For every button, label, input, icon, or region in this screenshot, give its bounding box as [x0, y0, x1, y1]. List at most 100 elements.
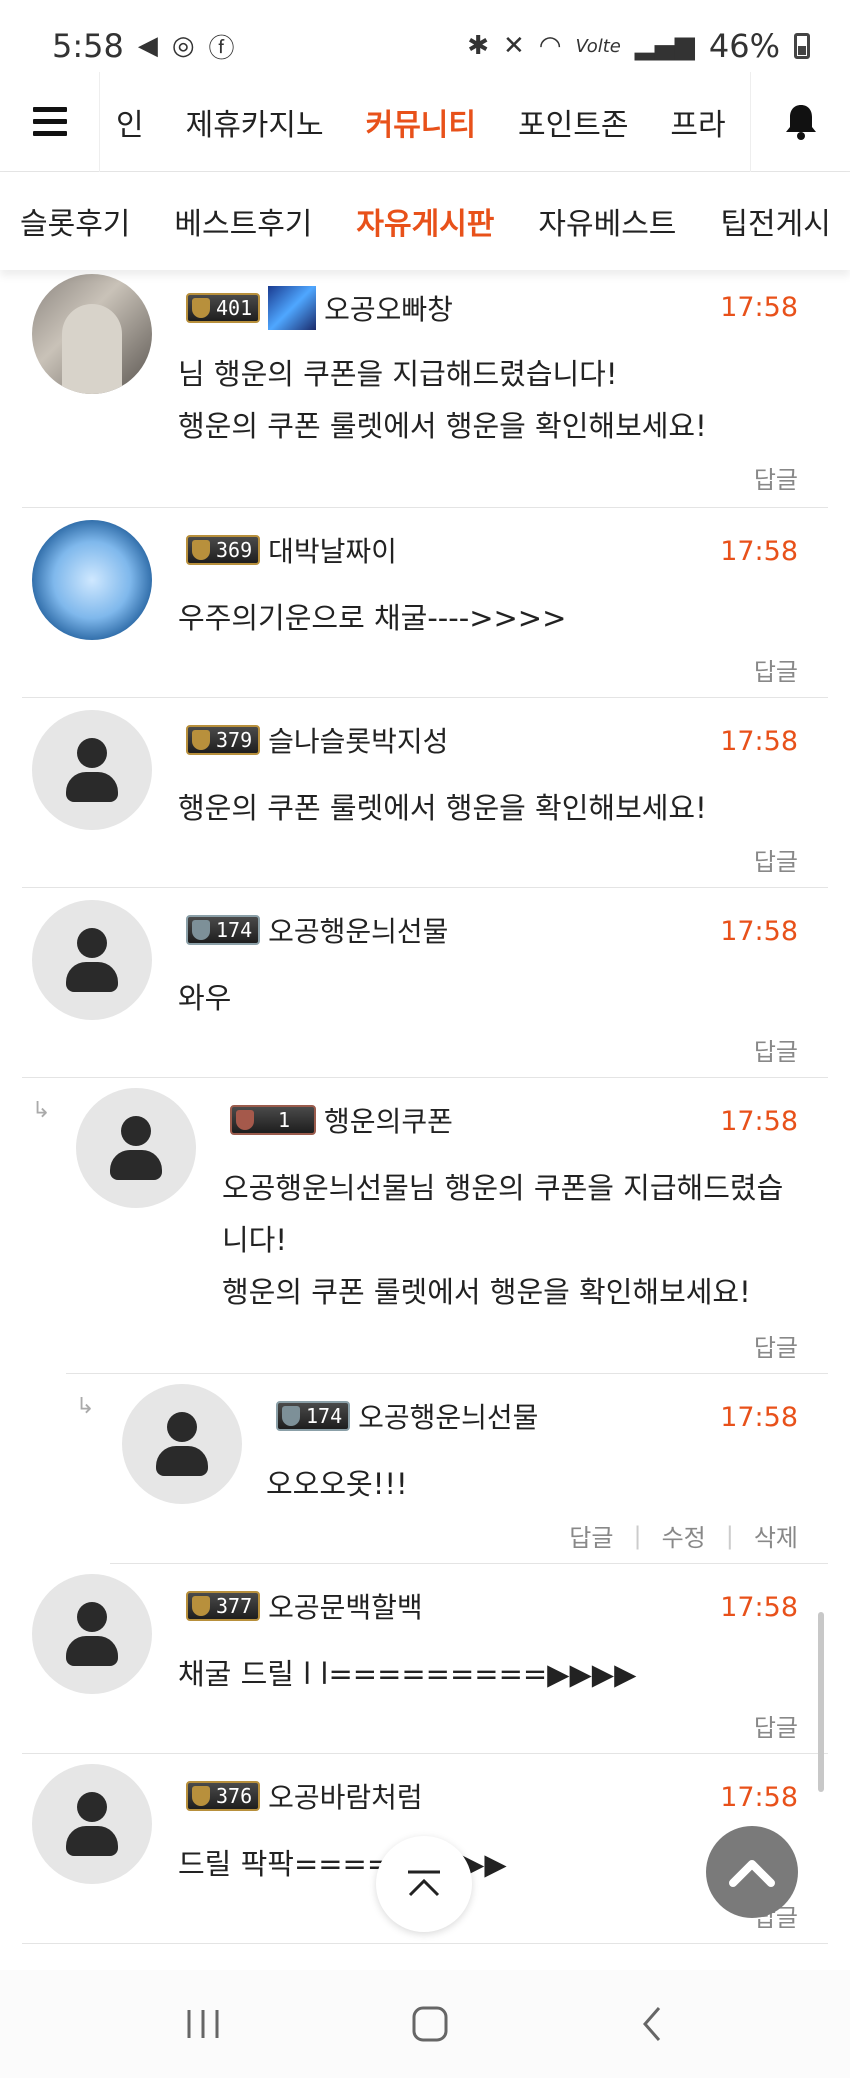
comment-time: 17:58	[720, 1782, 798, 1813]
battery-percent: 46%	[708, 27, 780, 65]
comment-actions: 답글	[754, 1328, 798, 1363]
tab-tip-board[interactable]: 팁전게시	[720, 199, 830, 243]
rank-shield-icon	[192, 1596, 210, 1616]
reply-button[interactable]: 답글	[754, 460, 798, 495]
comment-text: 우주의기운으로 채굴---->>>>	[178, 601, 567, 635]
recent-apps-icon[interactable]	[183, 2006, 223, 2042]
divider: |	[633, 1521, 642, 1550]
tab-slot-review[interactable]: 슬롯후기	[20, 199, 130, 243]
nav-item-affiliate-casino[interactable]: 제휴카지노	[186, 100, 324, 144]
comment-meta: 376 오공바람처럼	[186, 1776, 423, 1816]
avatar[interactable]	[32, 710, 152, 830]
instagram-icon: ◎	[171, 31, 195, 61]
reply-arrow-icon: ↳	[76, 1394, 95, 1419]
comment-actions: 답글	[754, 842, 798, 877]
home-icon[interactable]	[410, 2004, 450, 2044]
comment-text: 님 행운의 쿠폰을 지급해드렸습니다! 행운의 쿠폰 룰렛에서 행운을 확인해보세…	[178, 357, 707, 443]
chevron-up-icon	[408, 1870, 440, 1897]
tab-free-board[interactable]: 자유게시판	[356, 199, 494, 243]
nav-item[interactable]: 인	[116, 100, 144, 144]
reply-button[interactable]: 답글	[754, 1708, 798, 1743]
comment-meta: 377 오공문백할백	[186, 1586, 423, 1626]
username[interactable]: 행운의쿠폰	[324, 1100, 453, 1140]
comment-meta: 401 오공오빠창	[186, 286, 453, 330]
username[interactable]: 오공오빠창	[324, 288, 453, 328]
divider: |	[725, 1521, 734, 1550]
comment-meta: 379 슬나슬롯박지성	[186, 720, 448, 760]
comment-text: 오공행운늬선물님 행운의 쿠폰을 지급해드렸습 니다! 행운의 쿠폰 룰렛에서 행운…	[222, 1171, 784, 1309]
reply-button[interactable]: 답글	[754, 842, 798, 877]
delete-button[interactable]: 삭제	[754, 1518, 798, 1553]
volte-label: Volte	[575, 35, 621, 57]
nav-item-point-zone[interactable]: 포인트존	[518, 100, 628, 144]
bluetooth-icon: ✱	[467, 31, 489, 61]
scrollbar[interactable]	[818, 1612, 824, 1792]
tab-free-best[interactable]: 자유베스트	[538, 199, 676, 243]
avatar[interactable]	[32, 1764, 152, 1884]
comment-item: 174 오공행운늬선물 17:58 오오오옷!!! 답글 | 수정 | 삭제	[110, 1374, 828, 1564]
wifi-icon: ◠	[538, 31, 562, 61]
tab-best-review[interactable]: 베스트후기	[174, 199, 312, 243]
comment-time: 17:58	[720, 1592, 798, 1623]
username[interactable]: 대박날짜이	[268, 530, 397, 570]
level-badge: 369	[186, 535, 261, 565]
battery-icon	[794, 33, 810, 59]
comment-time: 17:58	[720, 916, 798, 947]
main-nav-items: 인 제휴카지노 커뮤니티 포인트존 프라	[100, 100, 750, 144]
comment-text: 오오오옷!!!	[266, 1467, 408, 1501]
facebook-icon: ⓕ	[208, 33, 235, 64]
edit-button[interactable]: 수정	[662, 1518, 706, 1553]
comment-time: 17:58	[720, 726, 798, 757]
reply-button[interactable]: 답글	[754, 1032, 798, 1067]
system-nav-bar	[0, 1970, 850, 2078]
username[interactable]: 오공행운늬선물	[268, 910, 448, 950]
rank-shield-icon	[192, 1786, 210, 1806]
avatar[interactable]	[76, 1088, 196, 1208]
level-badge: 401	[186, 293, 261, 323]
chevron-up-icon	[729, 1860, 775, 1887]
level-badge: 377	[186, 1591, 261, 1621]
avatar[interactable]	[122, 1384, 242, 1504]
username[interactable]: 오공행운늬선물	[358, 1396, 538, 1436]
nav-item[interactable]: 프라	[670, 100, 725, 144]
comment-time: 17:58	[720, 292, 798, 323]
mute-icon: ✕	[502, 31, 525, 61]
signal-icon: ▂▄▆	[634, 31, 695, 61]
notification-button[interactable]	[750, 71, 850, 172]
back-icon[interactable]	[637, 2004, 667, 2044]
username[interactable]: 오공문백할백	[268, 1586, 423, 1626]
rank-shield-icon	[192, 920, 210, 940]
menu-icon[interactable]	[0, 71, 100, 172]
comment-meta: 369 대박날짜이	[186, 530, 397, 570]
avatar[interactable]	[32, 1574, 152, 1694]
rank-shield-icon	[282, 1406, 300, 1426]
comment-actions: 답글	[754, 1708, 798, 1743]
avatar[interactable]	[32, 900, 152, 1020]
comment-actions: 답글	[754, 460, 798, 495]
scroll-up-button[interactable]	[706, 1826, 798, 1918]
reply-button[interactable]: 답글	[754, 652, 798, 687]
username[interactable]: 오공바람처럼	[268, 1776, 423, 1816]
username[interactable]: 슬나슬롯박지성	[268, 720, 448, 760]
level-badge: 174	[186, 915, 261, 945]
reply-button[interactable]: 답글	[569, 1518, 613, 1553]
comment-item: 377 오공문백할백 17:58 채굴 드릴 l l=========▶▶▶▶ …	[22, 1564, 828, 1754]
avatar[interactable]	[32, 520, 152, 640]
comment-time: 17:58	[720, 1402, 798, 1433]
reply-button[interactable]: 답글	[754, 1328, 798, 1363]
sub-nav: 슬롯후기 베스트후기 자유게시판 자유베스트 팁전게시	[0, 172, 850, 270]
rank-shield-icon	[192, 298, 210, 318]
profile-badge-icon	[268, 286, 317, 330]
comment-actions: 답글 | 수정 | 삭제	[569, 1518, 798, 1553]
level-badge: 376	[186, 1781, 261, 1811]
comment-text: 와우	[178, 981, 232, 1015]
comment-text: 행운의 쿠폰 룰렛에서 행운을 확인해보세요!	[178, 791, 707, 825]
comment-text: 채굴 드릴 l l=========▶▶▶▶	[178, 1657, 637, 1691]
megaphone-icon: ◀	[137, 31, 158, 61]
nav-item-community[interactable]: 커뮤니티	[366, 100, 476, 144]
avatar[interactable]	[32, 274, 152, 394]
rank-shield-icon	[192, 730, 210, 750]
comment-actions: 답글	[754, 652, 798, 687]
rank-shield-icon	[192, 540, 210, 560]
scroll-to-top-button[interactable]	[376, 1836, 472, 1932]
